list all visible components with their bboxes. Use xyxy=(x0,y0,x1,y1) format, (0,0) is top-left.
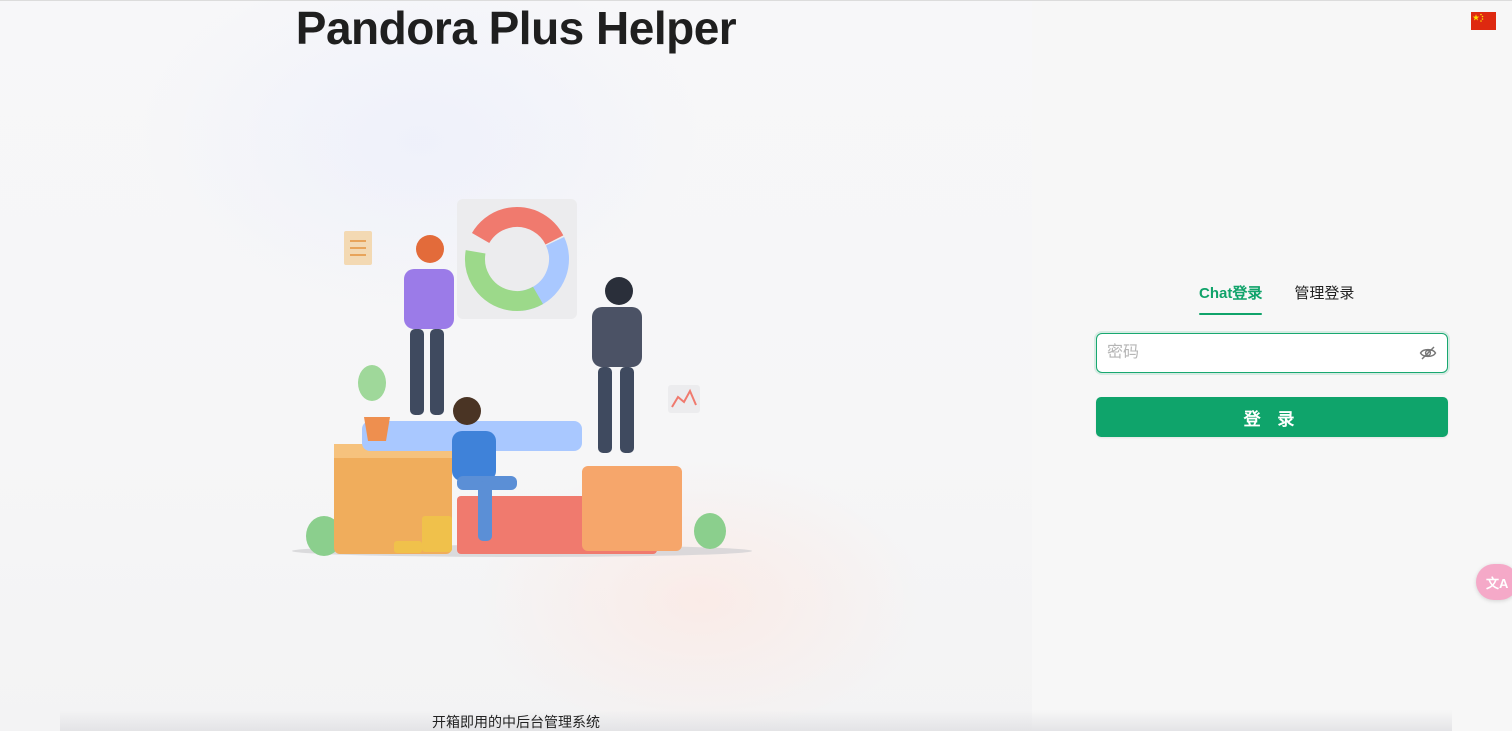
translate-button[interactable]: 文A xyxy=(1476,564,1512,600)
login-button[interactable]: 登 录 xyxy=(1096,397,1448,437)
password-input[interactable] xyxy=(1107,334,1407,371)
translate-icon: 文A xyxy=(1486,576,1509,591)
login-tabs: Chat登录 管理登录 xyxy=(1187,282,1354,315)
login-page: Pandora Plus Helper 开箱即用的中后台管理系统 Chat登录 … xyxy=(0,0,1512,731)
password-field xyxy=(1096,333,1448,373)
app-subtitle: 开箱即用的中后台管理系统 xyxy=(432,714,600,730)
china-flag-icon[interactable] xyxy=(1471,12,1496,30)
app-title: Pandora Plus Helper xyxy=(295,2,737,54)
eye-off-icon[interactable] xyxy=(1419,344,1437,362)
team-illustration xyxy=(292,199,752,557)
tab-admin-login[interactable]: 管理登录 xyxy=(1294,282,1354,315)
hero-panel: Pandora Plus Helper 开箱即用的中后台管理系统 xyxy=(0,0,1032,731)
tab-chat-login[interactable]: Chat登录 xyxy=(1199,282,1263,315)
